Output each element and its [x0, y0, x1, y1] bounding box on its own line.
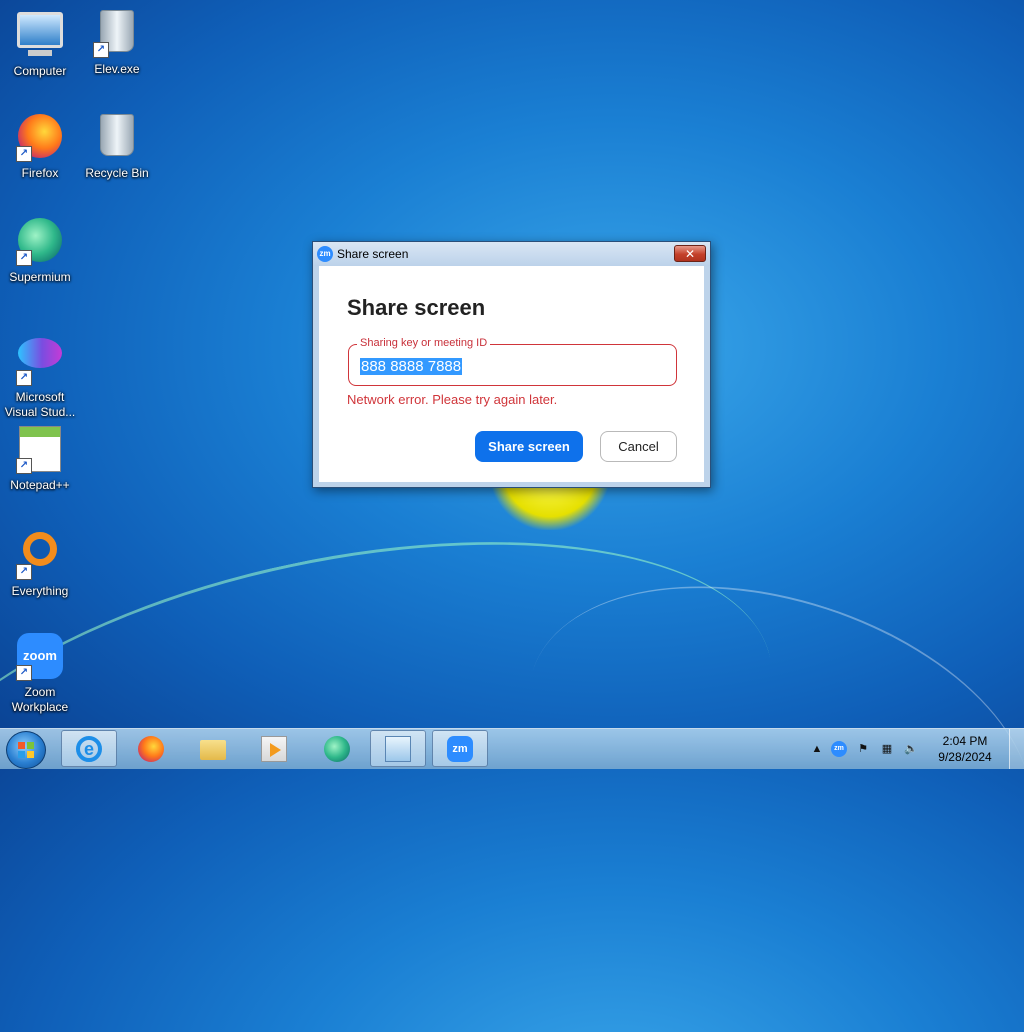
dialog-heading: Share screen — [347, 295, 486, 320]
taskbar-internet-explorer[interactable]: e — [61, 730, 117, 767]
recycle-bin-icon — [93, 114, 141, 162]
shortcut-arrow-icon: ↗ — [16, 146, 32, 162]
volume-icon[interactable]: 🔈 — [903, 741, 919, 757]
taskbar-media-player[interactable] — [246, 730, 302, 767]
internet-explorer-icon: e — [76, 736, 102, 762]
shortcut-arrow-icon: ↗ — [16, 564, 32, 580]
remote-desktop-icon — [385, 736, 411, 762]
desktop-icon-everything[interactable]: ↗ Everything — [0, 528, 80, 599]
zoom-icon: zoom ↗ — [16, 633, 64, 681]
desktop-icon-label: Microsoft Visual Stud... — [4, 390, 76, 419]
desktop-icon-label: Computer — [13, 64, 67, 78]
dialog-body: Share screen Sharing key or meeting ID 8… — [319, 266, 704, 482]
zoom-icon: zm — [447, 736, 473, 762]
shortcut-arrow-icon: ↗ — [16, 370, 32, 386]
close-button[interactable]: ✕ — [674, 245, 706, 262]
desktop-icon-recycle-bin[interactable]: Recycle Bin — [77, 112, 157, 181]
desktop-icon-supermium[interactable]: ↗ Supermium — [0, 216, 80, 285]
sharing-key-value[interactable]: 888 8888 7888 — [360, 358, 463, 375]
sharing-key-label: Sharing key or meeting ID — [357, 337, 491, 349]
desktop-icon-firefox[interactable]: ↗ Firefox — [0, 112, 80, 181]
shortcut-arrow-icon: ↗ — [93, 42, 109, 58]
shortcut-arrow-icon: ↗ — [16, 458, 32, 474]
notepad-plus-plus-icon: ↗ — [16, 426, 64, 474]
folder-icon — [200, 740, 226, 760]
show-hidden-icons-chevron-icon[interactable]: ▲ — [809, 741, 825, 757]
desktop-icon-label: Notepad++ — [10, 478, 70, 492]
clock-time: 2:04 PM — [942, 734, 988, 748]
error-message: Network error. Please try again later. — [347, 392, 558, 407]
desktop-icon-zoom-workplace[interactable]: zoom ↗ Zoom Workplace — [0, 632, 80, 715]
everything-search-icon: ↗ — [16, 532, 64, 580]
zoom-logo-icon: zm — [317, 246, 333, 262]
media-player-icon — [261, 736, 287, 762]
firefox-icon — [138, 736, 164, 762]
desktop-icon-computer[interactable]: Computer — [0, 8, 80, 79]
show-desktop-button[interactable] — [1009, 729, 1024, 769]
desktop-icon-notepad-plus-plus[interactable]: ↗ Notepad++ — [0, 424, 80, 493]
clock-date: 9/28/2024 — [938, 750, 992, 764]
dialog-titlebar[interactable]: zm Share screen ✕ — [313, 242, 710, 266]
taskbar: e zm ▲ zm ⚑ ▦ 🔈 2:04 PM 9/28/2024 — [0, 728, 1024, 769]
shortcut-arrow-icon: ↗ — [16, 250, 32, 266]
action-center-flag-icon[interactable]: ⚑ — [855, 741, 871, 757]
clock[interactable]: 2:04 PM 9/28/2024 — [930, 733, 1000, 765]
taskbar-supermium[interactable] — [309, 730, 365, 767]
system-tray: ▲ zm ⚑ ▦ 🔈 2:04 PM 9/28/2024 — [809, 729, 1024, 769]
cancel-button[interactable]: Cancel — [600, 431, 677, 462]
share-screen-dialog: zm Share screen ✕ Share screen Sharing k… — [312, 241, 711, 488]
visual-studio-icon: ↗ — [16, 338, 64, 386]
dialog-window-title: Share screen — [337, 247, 409, 261]
desktop-icon-elev[interactable]: ↗ Elev.exe — [77, 8, 157, 77]
windows-logo-icon — [18, 742, 34, 758]
sharing-key-input[interactable]: Sharing key or meeting ID 888 8888 7888 — [348, 337, 677, 386]
taskbar-firefox[interactable] — [123, 730, 179, 767]
taskbar-windows-explorer[interactable] — [185, 730, 241, 767]
start-button[interactable] — [6, 731, 46, 769]
desktop-icon-label: Everything — [11, 584, 69, 598]
computer-icon — [16, 12, 64, 60]
desktop-icon-label: Supermium — [9, 270, 71, 284]
supermium-icon — [324, 736, 350, 762]
desktop-icon-label: Recycle Bin — [85, 166, 149, 180]
recycle-bin-icon: ↗ — [93, 10, 141, 58]
desktop-icon-label: Firefox — [21, 166, 59, 180]
supermium-icon: ↗ — [16, 218, 64, 266]
taskbar-remote-desktop[interactable] — [370, 730, 426, 767]
desktop-icon-label: Zoom Workplace — [11, 685, 69, 714]
desktop-icon-visual-studio[interactable]: ↗ Microsoft Visual Stud... — [0, 328, 80, 420]
network-icon[interactable]: ▦ — [879, 741, 895, 757]
zoom-tray-icon[interactable]: zm — [831, 741, 847, 757]
desktop-icon-label: Elev.exe — [94, 62, 140, 76]
taskbar-zoom[interactable]: zm — [432, 730, 488, 767]
shortcut-arrow-icon: ↗ — [16, 665, 32, 681]
firefox-icon: ↗ — [16, 114, 64, 162]
share-screen-button[interactable]: Share screen — [475, 431, 583, 462]
